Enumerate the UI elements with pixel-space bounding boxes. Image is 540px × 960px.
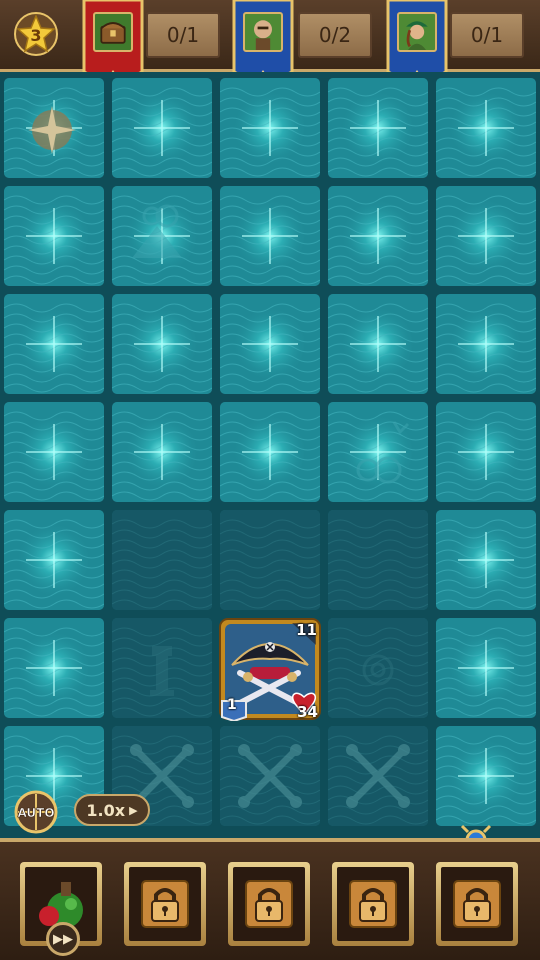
board-tile-glow[interactable] (436, 726, 536, 826)
board-tile-glow[interactable] (436, 294, 536, 394)
game-board (0, 72, 540, 838)
board-tile-glow[interactable] (4, 510, 104, 610)
skill-bar (0, 838, 540, 960)
lock-icon (141, 880, 189, 928)
board-tile-glow[interactable] (220, 294, 320, 394)
board-tile-glow[interactable] (112, 78, 212, 178)
lock-icon (349, 880, 397, 928)
board-tile-glow[interactable] (328, 186, 428, 286)
auto-button[interactable]: AUTO (14, 790, 58, 834)
level-number: 3 (30, 26, 41, 45)
board-tile-glow[interactable] (112, 402, 212, 502)
skill-slot-locked-1[interactable] (124, 862, 206, 946)
board-tile-glow[interactable] (328, 294, 428, 394)
objective-pirate-count: 0/1 (450, 12, 524, 58)
pirate-woman-portrait-icon (397, 12, 437, 52)
treasure-chest-icon (93, 12, 133, 52)
lock-icon (453, 880, 501, 928)
board-tile-compass[interactable] (4, 78, 104, 178)
board-tile-lighthouse[interactable] (112, 618, 212, 718)
speed-label: 1.0x (86, 800, 126, 820)
board-tile-glow[interactable] (4, 402, 104, 502)
hero-defense-value: 1 (227, 697, 237, 713)
board-tile-glow[interactable] (436, 510, 536, 610)
hero-attack-value: 11 (296, 621, 317, 639)
board-tile-glow[interactable] (436, 78, 536, 178)
board-tile-glow[interactable] (220, 186, 320, 286)
skill-slot-locked-3[interactable] (332, 862, 414, 946)
lock-icon (245, 880, 293, 928)
board-tile-dim[interactable] (220, 510, 320, 610)
board-tile-bones[interactable] (328, 726, 428, 826)
board-tile-glow[interactable] (436, 618, 536, 718)
hero-card[interactable]: 11 1 34 (218, 617, 322, 723)
board-tile-dim[interactable] (112, 510, 212, 610)
board-tile-glow[interactable] (112, 294, 212, 394)
play-triangle-icon: ▶ (129, 803, 138, 817)
board-tile-glow[interactable] (436, 402, 536, 502)
board-tile-glow[interactable] (4, 294, 104, 394)
objectives-bar: 3 0/1 0/2 0/1 (0, 0, 540, 88)
objective-bandit-count: 0/2 (298, 12, 372, 58)
fast-forward-icon: ▶▶ (53, 931, 73, 947)
board-tile-bones[interactable] (220, 726, 320, 826)
board-tile-dim[interactable] (328, 510, 428, 610)
board-tile-glow[interactable] (4, 186, 104, 286)
board-tile-glow[interactable] (4, 618, 104, 718)
objective-chest-count: 0/1 (146, 12, 220, 58)
board-tile-spiral[interactable] (328, 618, 428, 718)
bandit-portrait-icon (243, 12, 283, 52)
board-tile-mountain[interactable] (112, 186, 212, 286)
skill-slot-locked-4[interactable] (436, 862, 518, 946)
board-tile-glow[interactable] (436, 186, 536, 286)
board-tile-glow[interactable] (328, 78, 428, 178)
level-star-badge: 3 (14, 12, 58, 56)
board-tile-glow[interactable] (220, 402, 320, 502)
fast-forward-button[interactable]: ▶▶ (46, 922, 80, 956)
speed-button[interactable]: 1.0x ▶ (74, 794, 150, 826)
skill-slot-locked-2[interactable] (228, 862, 310, 946)
board-tile-bird-clouds[interactable] (328, 402, 428, 502)
board-tile-glow[interactable] (220, 78, 320, 178)
auto-label: AUTO (17, 806, 54, 820)
hero-health-value: 34 (297, 703, 318, 721)
